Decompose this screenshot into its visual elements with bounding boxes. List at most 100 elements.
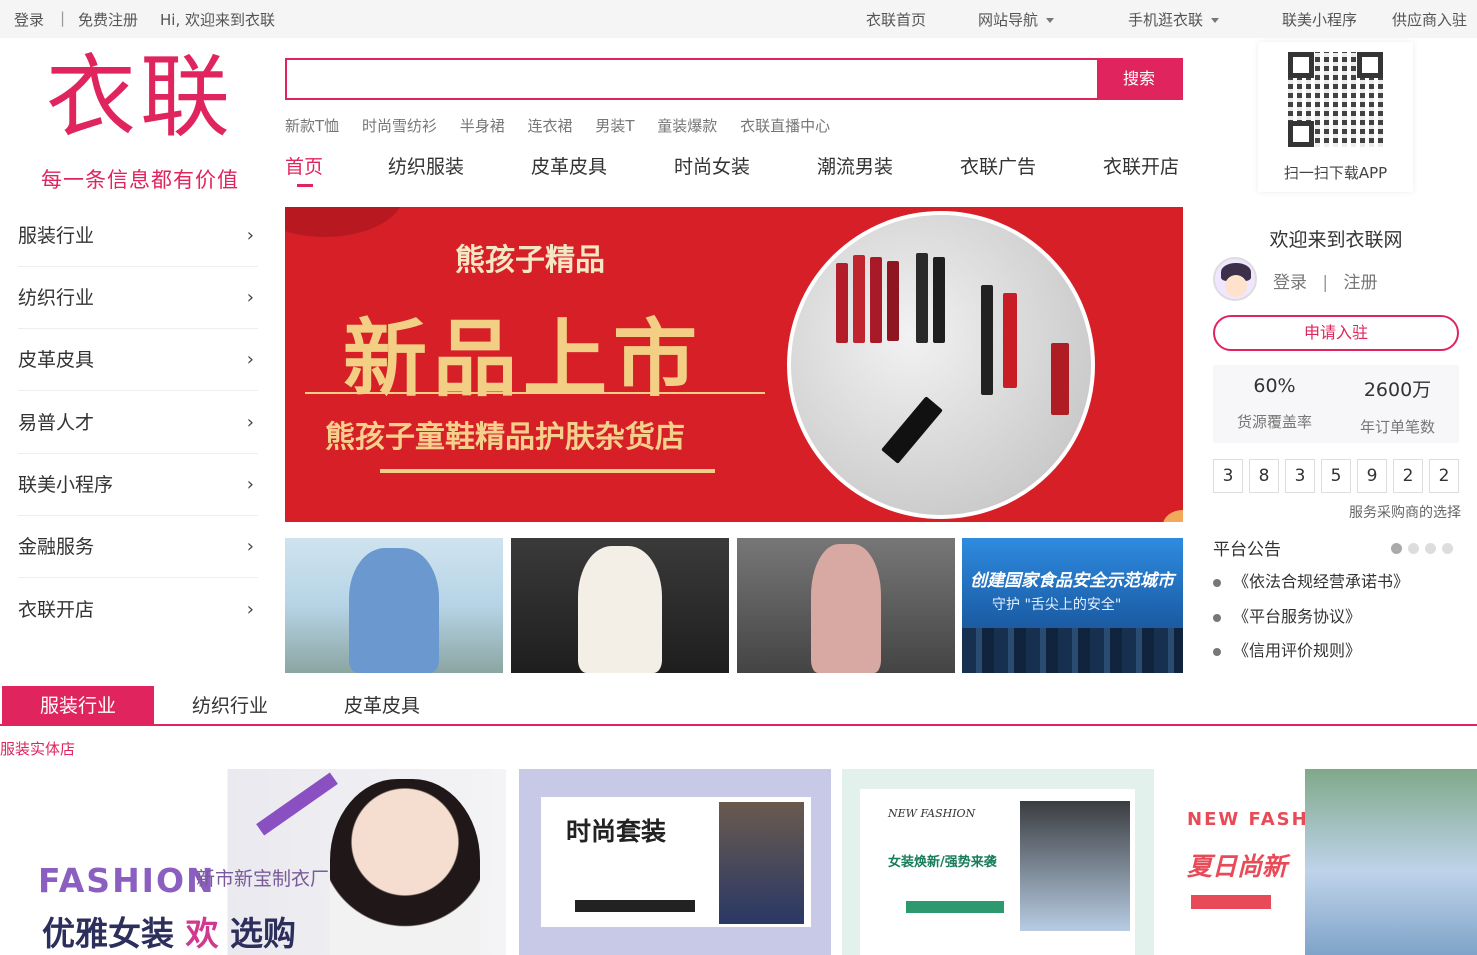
counter-digit: 5: [1321, 459, 1351, 493]
industry-tabs: 服装行业 纺织行业 皮革皮具: [0, 686, 1477, 726]
nav-active-indicator: [297, 184, 313, 187]
stat-orders: 2600万 年订单笔数: [1336, 375, 1459, 437]
logo-slogan: 每一条信息都有价值: [41, 168, 239, 192]
notice-heading: 平台公告: [1213, 540, 1281, 560]
mobile-dropdown[interactable]: 手机逛衣联: [1128, 9, 1220, 30]
store-card[interactable]: NEW FASHION 女装焕新/强势来袭: [842, 769, 1154, 955]
model-photo: [1020, 801, 1130, 931]
login-link[interactable]: 登录: [1273, 273, 1307, 293]
sidebar-item-leather[interactable]: 皮革皮具 ›: [18, 329, 258, 391]
sidebar-item-label: 金融服务: [18, 536, 95, 558]
supplier-link[interactable]: 供应商入驻: [1392, 9, 1467, 30]
register-link[interactable]: 免费注册: [78, 9, 138, 30]
user-auth-links: 登录 | 注册: [1273, 268, 1378, 293]
nav-ads[interactable]: 衣联广告: [960, 152, 1036, 179]
site-nav-dropdown[interactable]: 网站导航: [978, 9, 1055, 30]
tab-apparel[interactable]: 服装行业: [2, 686, 154, 726]
separator: |: [60, 9, 66, 27]
pagination-dot[interactable]: [1442, 543, 1453, 554]
notice-link[interactable]: 《信用评价规则》: [1213, 637, 1361, 661]
promo-thumbnail[interactable]: [511, 538, 729, 673]
home-link[interactable]: 衣联首页: [866, 9, 926, 30]
site-logo[interactable]: 衣联 每一条信息都有价值: [30, 50, 250, 194]
store-card[interactable]: FASHION 新市新宝制衣厂 优雅女装 欢 选购: [0, 769, 506, 955]
sidebar-item-label: 衣联开店: [18, 599, 95, 621]
counter-digit: 3: [1285, 459, 1315, 493]
banner-divider: [380, 469, 715, 473]
register-link[interactable]: 注册: [1344, 273, 1378, 293]
notice-link[interactable]: 《依法合规经营承诺书》: [1213, 568, 1409, 592]
sidebar-item-talent[interactable]: 易普人才 ›: [18, 392, 258, 454]
decorative-stripe: [256, 772, 338, 836]
promo-thumbnail[interactable]: [737, 538, 955, 673]
sidebar-item-label: 易普人才: [18, 412, 95, 434]
sidebar-item-open-store[interactable]: 衣联开店 ›: [18, 579, 258, 641]
hotword-link[interactable]: 连衣裙: [528, 117, 573, 135]
subcategory-label[interactable]: 服装实体店: [0, 738, 75, 759]
counter-digit: 3: [1213, 459, 1243, 493]
sidebar-item-apparel[interactable]: 服装行业 ›: [18, 205, 258, 267]
sidebar-item-label: 服装行业: [18, 225, 95, 247]
tab-leather[interactable]: 皮革皮具: [306, 686, 458, 726]
nav-leather[interactable]: 皮革皮具: [531, 152, 607, 179]
chevron-right-icon: ›: [246, 599, 254, 620]
greeting-text: Hi, 欢迎来到衣联: [160, 11, 275, 29]
search-button[interactable]: 搜索: [1097, 60, 1181, 98]
app-qr-code: 扫一扫下载APP: [1258, 42, 1413, 192]
store-card[interactable]: 时尚套装: [519, 769, 831, 955]
promo-thumbnail[interactable]: [285, 538, 503, 673]
mini-program-link[interactable]: 联美小程序: [1282, 9, 1357, 30]
welcome-title: 欢迎来到衣联网: [1269, 229, 1403, 251]
nav-open-store[interactable]: 衣联开店: [1103, 152, 1179, 179]
mobile-label: 手机逛衣联: [1128, 11, 1204, 29]
pagination-dot[interactable]: [1425, 543, 1436, 554]
search-input[interactable]: [287, 60, 1097, 98]
nav-textile[interactable]: 纺织服装: [388, 152, 464, 179]
site-nav-label: 网站导航: [978, 11, 1039, 29]
hotword-link[interactable]: 童装爆款: [657, 117, 717, 135]
model-photo: [330, 779, 480, 955]
pagination-dot[interactable]: [1391, 543, 1402, 554]
hotword-link[interactable]: 衣联直播中心: [740, 117, 830, 135]
hotword-link[interactable]: 男装T: [595, 117, 634, 135]
sidebar-item-label: 纺织行业: [18, 287, 95, 309]
nav-women[interactable]: 时尚女装: [674, 152, 750, 179]
chevron-down-icon: [1046, 18, 1055, 23]
store-card[interactable]: NEW FASHION 夏日尚新: [1165, 769, 1477, 955]
hotword-link[interactable]: 新款T恤: [285, 117, 339, 135]
card-panel: 时尚套装: [541, 797, 811, 927]
login-link[interactable]: 登录: [14, 9, 44, 30]
hero-banner[interactable]: 熊孩子精品 新品上市 熊孩子童鞋精品护肤杂货店: [285, 207, 1183, 522]
lipstick-product-image: [787, 211, 1095, 519]
qr-label: 扫一扫下载APP: [1283, 164, 1388, 182]
banner-decoration: [1163, 510, 1183, 522]
dress-image: [349, 548, 439, 673]
slogan-part: 优雅女装: [42, 914, 174, 953]
hotword-link[interactable]: 时尚雪纺衫: [362, 117, 437, 135]
notice-link[interactable]: 《平台服务协议》: [1213, 603, 1361, 627]
qr-code-image: [1288, 52, 1383, 147]
card-brand: 新市新宝制衣厂: [196, 868, 330, 890]
nav-men[interactable]: 潮流男装: [817, 152, 893, 179]
dress-image: [811, 544, 881, 673]
hotword-link[interactable]: 半身裙: [460, 117, 505, 135]
tab-textile[interactable]: 纺织行业: [154, 686, 306, 726]
search-bar: 搜索: [285, 58, 1183, 100]
chevron-down-icon: [1211, 18, 1220, 23]
sidebar-item-textile[interactable]: 纺织行业 ›: [18, 267, 258, 329]
sidebar-item-finance[interactable]: 金融服务 ›: [18, 516, 258, 578]
banner-decoration: [285, 207, 405, 237]
pagination-dot[interactable]: [1408, 543, 1419, 554]
apply-join-button[interactable]: 申请入驻: [1213, 315, 1459, 351]
sidebar-item-label: 皮革皮具: [18, 349, 95, 371]
city-skyline-image: [962, 628, 1183, 673]
sidebar-item-mini-program[interactable]: 联美小程序 ›: [18, 454, 258, 516]
avatar: [1213, 257, 1257, 301]
nav-home[interactable]: 首页: [285, 152, 323, 179]
chevron-right-icon: ›: [246, 287, 254, 308]
hot-keywords: 新款T恤 时尚雪纺衫 半身裙 连衣裙 男装T 童装爆款 衣联直播中心: [285, 115, 848, 136]
stat-label: 货源覆盖率: [1236, 413, 1312, 431]
model-photo: [1305, 769, 1477, 955]
promo-thumbnail[interactable]: 创建国家食品安全示范城市 守护 "舌尖上的安全": [962, 538, 1183, 673]
chevron-right-icon: ›: [246, 349, 254, 370]
